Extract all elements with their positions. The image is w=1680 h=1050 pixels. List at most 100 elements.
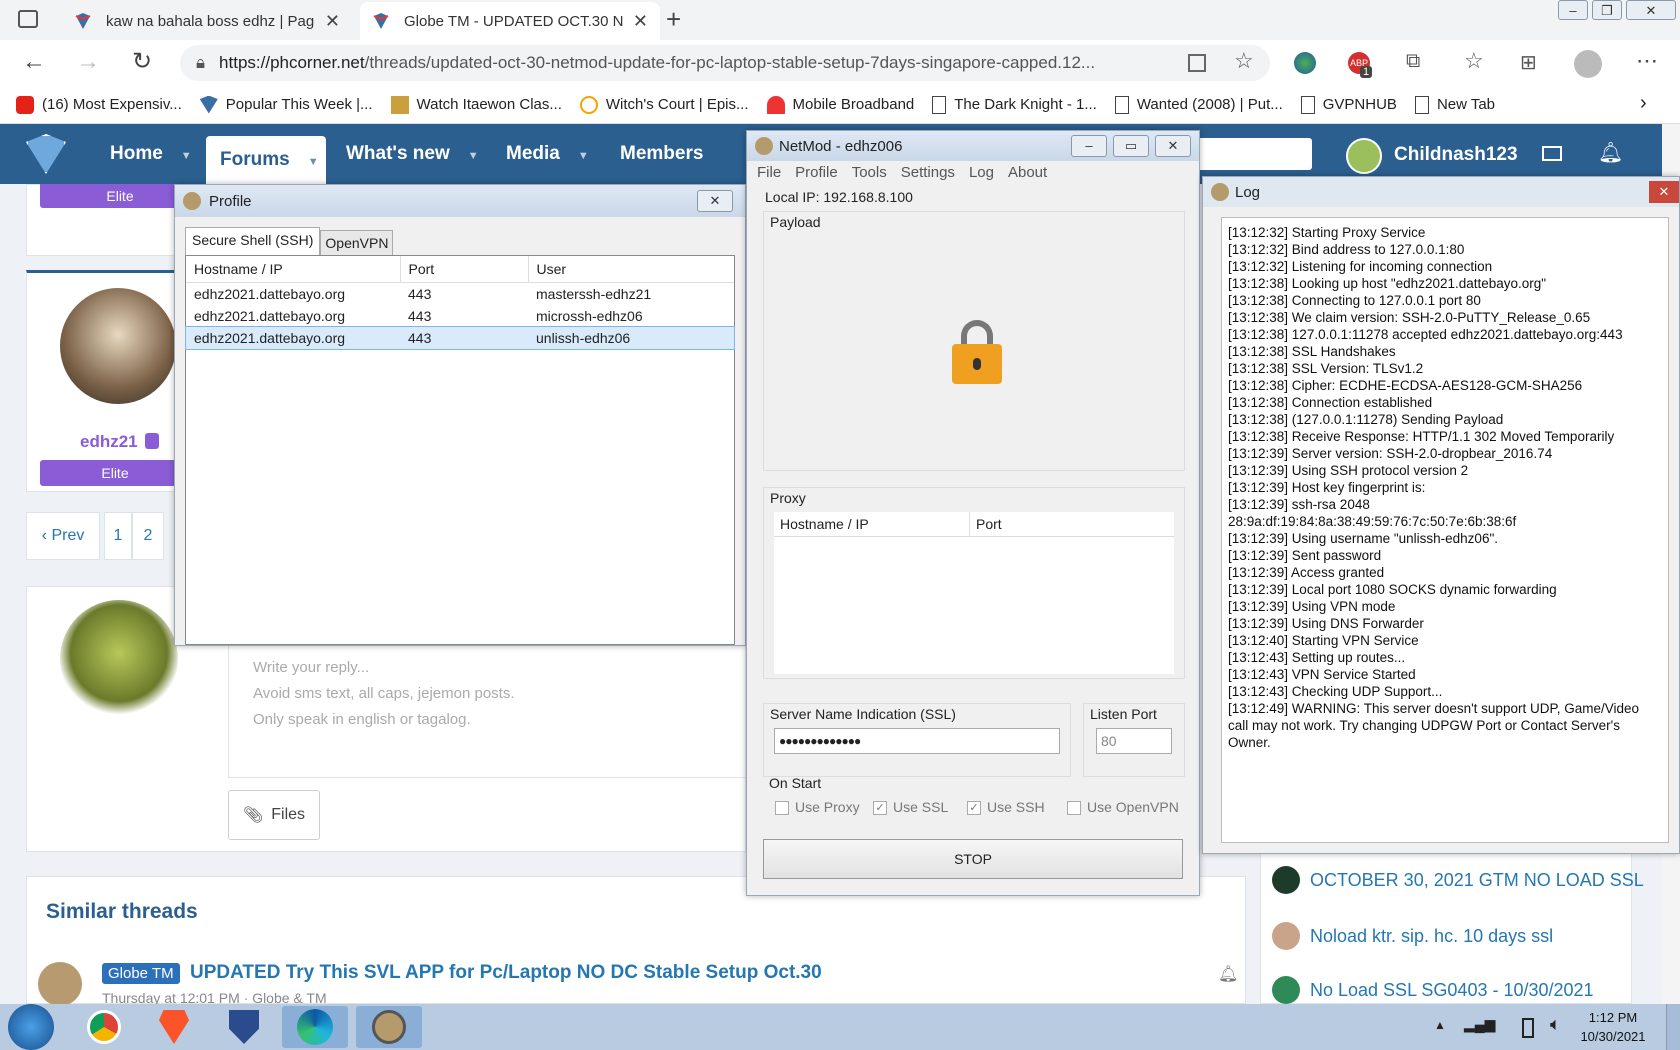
bookmark-item[interactable]: Mobile Broadband: [766, 95, 914, 114]
pager-page[interactable]: 2: [132, 512, 164, 560]
column-header[interactable]: Port: [970, 512, 1008, 536]
battery-icon[interactable]: [1522, 1018, 1534, 1038]
cell-user: unlissh-edhz06: [536, 330, 631, 346]
settings-more-icon[interactable]: ⋯: [1636, 48, 1658, 74]
listen-port-input[interactable]: 80: [1096, 728, 1172, 754]
bookmark-item[interactable]: GVPNHUB: [1300, 95, 1397, 114]
close-tab-icon[interactable]: ✕: [633, 11, 648, 32]
menu-file[interactable]: File: [757, 164, 781, 181]
bookmark-item[interactable]: Watch Itaewon Clas...: [390, 95, 562, 114]
tab-actions-icon[interactable]: [18, 10, 38, 28]
extensions-icon[interactable]: ⧉: [1406, 50, 1420, 73]
avatar[interactable]: [60, 600, 178, 718]
favorites-icon[interactable]: ☆: [1464, 48, 1484, 74]
show-desktop-button[interactable]: [1666, 1004, 1680, 1050]
taskbar-edge[interactable]: [282, 1006, 348, 1048]
taskbar-chrome[interactable]: [76, 1006, 132, 1048]
use-proxy-checkbox[interactable]: Use Proxy: [775, 799, 873, 816]
column-header[interactable]: User: [528, 256, 734, 283]
bookmark-item[interactable]: (16) Most Expensiv...: [16, 95, 182, 114]
bell-icon[interactable]: 🔔︎: [1218, 964, 1238, 984]
close-window-icon[interactable]: ✕: [1626, 0, 1676, 20]
sni-input[interactable]: ●●●●●●●●●●●●●: [774, 728, 1060, 754]
close-icon[interactable]: ✕: [1649, 181, 1679, 203]
nav-whats-new[interactable]: What's new ▼: [332, 124, 493, 184]
user-name[interactable]: Childnash123: [1394, 144, 1518, 166]
profile-avatar-icon[interactable]: [1574, 50, 1602, 78]
bookmark-item[interactable]: Witch's Court | Epis...: [579, 95, 749, 114]
use-openvpn-checkbox[interactable]: Use OpenVPN: [1067, 799, 1179, 816]
minimize-icon[interactable]: –: [1071, 135, 1107, 157]
column-header[interactable]: Port: [400, 256, 529, 283]
proxy-list[interactable]: Hostname / IP Port: [774, 512, 1174, 674]
use-ssh-checkbox[interactable]: ✓ Use SSH: [967, 799, 1067, 816]
menu-tools[interactable]: Tools: [852, 164, 887, 181]
taskbar-shield-app[interactable]: [216, 1006, 272, 1048]
attach-files-button[interactable]: 📎︎ Files: [228, 790, 320, 840]
minimize-icon[interactable]: –: [1558, 0, 1588, 20]
cell-port: 443: [408, 286, 432, 302]
table-row[interactable]: edhz2021.dattebayo.org 443 microssh-edhz…: [186, 305, 734, 327]
menu-profile[interactable]: Profile: [795, 164, 838, 181]
new-tab-button[interactable]: +: [666, 4, 681, 35]
use-ssl-checkbox[interactable]: ✓ Use SSL: [873, 799, 967, 816]
tray-show-hidden-icon[interactable]: ▲: [1434, 1018, 1446, 1032]
tab-active[interactable]: Globe TM - UPDATED OCT.30 NE ✕: [360, 2, 660, 40]
table-row-selected[interactable]: edhz2021.dattebayo.org 443 unlissh-edhz0…: [185, 326, 735, 350]
column-header[interactable]: Hostname / IP: [186, 256, 401, 283]
menu-settings[interactable]: Settings: [901, 164, 955, 181]
reply-editor[interactable]: Write your reply... Avoid sms text, all …: [228, 640, 748, 778]
sidebar-thread-item[interactable]: No Load SSL SG0403 - 10/30/2021: [1272, 976, 1594, 1004]
tab-inactive[interactable]: kaw na bahala boss edhz | Page 4 ✕: [62, 2, 352, 40]
column-header[interactable]: Hostname / IP: [774, 512, 970, 536]
menu-about[interactable]: About: [1008, 164, 1047, 181]
pager-prev[interactable]: ‹ Prev: [26, 512, 100, 560]
close-icon[interactable]: ✕: [697, 190, 733, 212]
nav-media[interactable]: Media ▼: [492, 124, 603, 184]
tab-ssh[interactable]: Secure Shell (SSH): [185, 227, 321, 255]
reload-icon[interactable]: ↻: [132, 47, 152, 76]
bookmark-item[interactable]: Wanted (2008) | Put...: [1114, 95, 1283, 114]
thread-prefix[interactable]: Globe TM: [102, 963, 180, 984]
mail-icon[interactable]: [1542, 146, 1562, 161]
nav-members[interactable]: Members: [606, 124, 717, 184]
maximize-icon[interactable]: ▭: [1113, 135, 1149, 157]
close-icon[interactable]: ✕: [1155, 135, 1191, 157]
taskbar-brave[interactable]: [146, 1006, 202, 1048]
restore-icon[interactable]: ❐: [1592, 0, 1622, 20]
nav-home[interactable]: Home ▼: [96, 124, 206, 184]
pager-page[interactable]: 1: [104, 512, 132, 560]
bell-icon[interactable]: 🔔︎: [1598, 140, 1623, 165]
app-available-icon[interactable]: [1188, 54, 1206, 72]
table-row[interactable]: edhz2021.dattebayo.org 443 masterssh-edh…: [186, 283, 734, 306]
forward-icon[interactable]: →: [76, 48, 100, 76]
log-output[interactable]: [13:12:32] Starting Proxy Service [13:12:…: [1221, 217, 1669, 843]
volume-icon[interactable]: 🔈︎: [1550, 1014, 1561, 1035]
avatar[interactable]: [60, 288, 176, 404]
user-avatar[interactable]: [1346, 138, 1382, 174]
poster-name[interactable]: edhz21: [80, 432, 138, 452]
favorite-add-icon[interactable]: ☆: [1234, 48, 1254, 74]
start-button[interactable]: [8, 1004, 54, 1050]
tab-openvpn[interactable]: OpenVPN: [320, 230, 394, 255]
back-icon[interactable]: ←: [22, 48, 46, 76]
thread-title[interactable]: UPDATED Try This SVL APP for Pc/Laptop N…: [190, 962, 822, 984]
menu-log[interactable]: Log: [969, 164, 994, 181]
bookmark-item[interactable]: New Tab: [1414, 95, 1495, 114]
collections-icon[interactable]: ⊞: [1520, 50, 1537, 75]
network-signal-icon[interactable]: ▂▄▆: [1464, 1016, 1495, 1033]
address-bar[interactable]: 🔒︎ https://phcorner.net/threads/updated-…: [180, 45, 1270, 81]
taskbar-netmod[interactable]: [356, 1006, 422, 1048]
bookmark-item[interactable]: Popular This Week |...: [199, 95, 373, 114]
sidebar-thread-item[interactable]: Noload ktr. sip. hc. 10 days ssl: [1272, 922, 1553, 950]
avatar[interactable]: [38, 962, 82, 1006]
close-tab-icon[interactable]: ✕: [325, 11, 340, 32]
sidebar-thread-item[interactable]: OCTOBER 30, 2021 GTM NO LOAD SSL: [1272, 866, 1644, 894]
stop-button[interactable]: STOP: [763, 839, 1183, 879]
bookmarks-overflow-icon[interactable]: ›: [1640, 92, 1647, 115]
extension-globe-icon[interactable]: [1294, 52, 1316, 74]
clock[interactable]: 1:12 PM 10/30/2021: [1578, 1008, 1648, 1046]
nav-forums[interactable]: Forums ▼: [206, 136, 326, 184]
profile-list[interactable]: Hostname / IP Port User edhz2021.datteba…: [185, 255, 735, 645]
bookmark-item[interactable]: The Dark Knight - 1...: [932, 95, 1097, 114]
